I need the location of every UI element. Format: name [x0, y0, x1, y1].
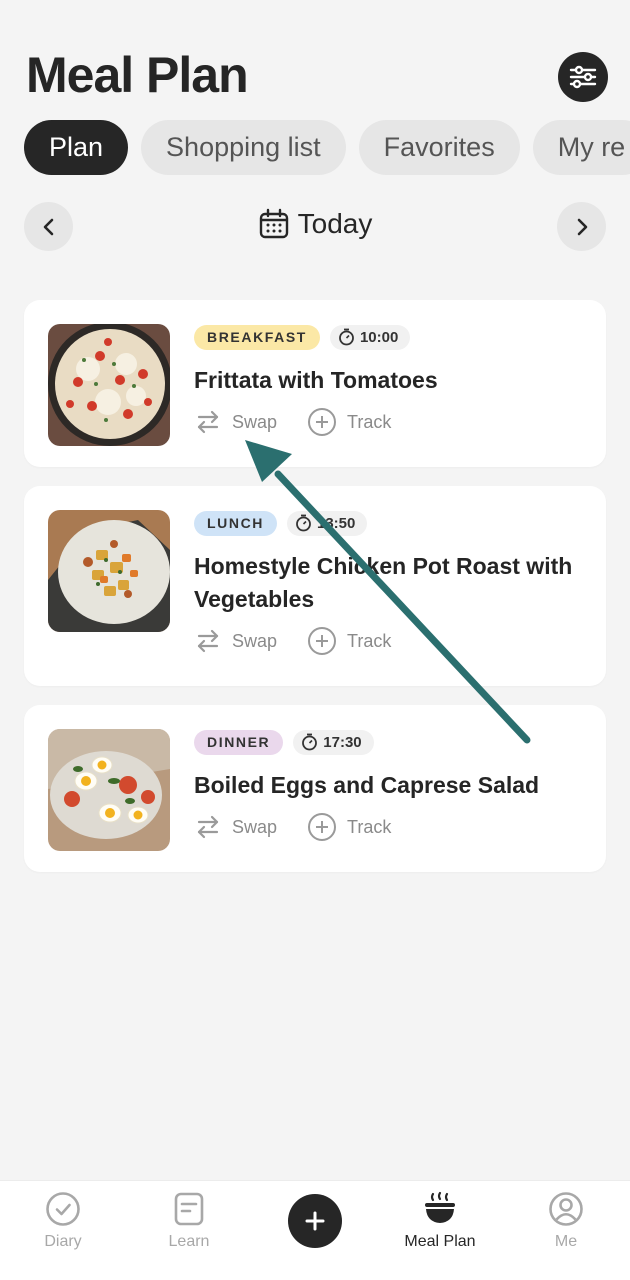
track-label: Track [347, 816, 392, 837]
meal-type-badge: BREAKFAST [194, 324, 320, 350]
meal-image-frittata [48, 324, 170, 446]
swap-icon [197, 629, 219, 653]
nav-learn-label: Learn [168, 1233, 210, 1250]
swap-label: Swap [232, 630, 278, 651]
meal-name: Frittata with Tomatoes [194, 367, 438, 393]
plus-circle-icon [308, 627, 337, 655]
nav-meal-plan[interactable]: Meal Plan [390, 1191, 490, 1251]
meal-type-badge: DINNER [194, 729, 284, 755]
user-icon [549, 1192, 583, 1226]
nav-me[interactable]: Me [516, 1191, 616, 1251]
swap-button[interactable]: Swap [194, 626, 277, 656]
tab-my-recipes[interactable]: My re [532, 120, 630, 175]
plus-circle-icon [308, 408, 337, 436]
book-icon [174, 1192, 204, 1226]
meal-time-text: 10:00 [359, 328, 399, 346]
date-text: Today [297, 208, 373, 239]
tab-shopping-list[interactable]: Shopping list [141, 120, 346, 175]
swap-button[interactable]: Swap [194, 407, 277, 437]
tab-plan[interactable]: Plan [24, 120, 129, 175]
bottom-navigation: Diary Learn Meal Plan Me [0, 1180, 630, 1280]
meal-card-dinner[interactable]: DINNER 17:30 Boiled Eggs and Caprese Sal… [24, 705, 606, 872]
bowl-icon [425, 1191, 455, 1223]
nav-diary[interactable]: Diary [13, 1191, 113, 1251]
track-label: Track [347, 630, 392, 651]
chevron-right-icon [577, 218, 587, 235]
track-button[interactable]: Track [307, 812, 391, 842]
check-circle-icon [46, 1192, 80, 1226]
page-title: Meal Plan [26, 47, 249, 103]
meal-time: 17:30 [293, 729, 374, 755]
meal-time: 10:00 [329, 324, 411, 350]
add-button[interactable] [288, 1194, 342, 1248]
nav-diary-label: Diary [44, 1233, 82, 1250]
swap-icon [197, 815, 219, 839]
meal-name: Homestyle Chicken Pot Roast with Vegetab… [194, 553, 573, 612]
next-day-button[interactable] [557, 202, 606, 251]
meal-image-caprese [48, 729, 170, 851]
nav-meal-plan-label: Meal Plan [404, 1233, 476, 1250]
meal-card-lunch[interactable]: LUNCH 13:50 Homestyle Chicken Pot Roast … [24, 486, 606, 686]
tab-bar: Plan Shopping list Favorites My re [24, 120, 630, 176]
meal-name: Boiled Eggs and Caprese Salad [194, 772, 540, 798]
meal-time: 13:50 [287, 510, 368, 536]
sliders-icon [569, 65, 597, 89]
nav-learn[interactable]: Learn [139, 1191, 239, 1251]
meal-type-badge: LUNCH [194, 510, 277, 536]
track-label: Track [347, 411, 392, 432]
meal-image-pot-roast [48, 510, 170, 632]
track-button[interactable]: Track [307, 407, 391, 437]
timer-icon [339, 328, 354, 346]
swap-icon [197, 410, 219, 434]
swap-button[interactable]: Swap [194, 812, 277, 842]
timer-icon [296, 514, 311, 532]
date-navigator: Today [24, 202, 606, 252]
timer-icon [302, 733, 318, 751]
meal-time-text: 17:30 [323, 733, 362, 751]
plus-circle-icon [308, 813, 337, 841]
tab-favorites[interactable]: Favorites [358, 120, 520, 175]
meal-card-breakfast[interactable]: BREAKFAST 10:00 Frittata with Tomatoes S… [24, 300, 606, 467]
meal-time-text: 13:50 [317, 514, 356, 532]
calendar-icon [259, 208, 288, 239]
date-label[interactable]: Today [24, 208, 606, 240]
settings-button[interactable] [558, 52, 608, 102]
swap-label: Swap [232, 816, 278, 837]
plus-icon [305, 1211, 325, 1231]
swap-label: Swap [232, 411, 278, 432]
track-button[interactable]: Track [307, 626, 391, 656]
nav-me-label: Me [554, 1233, 578, 1250]
